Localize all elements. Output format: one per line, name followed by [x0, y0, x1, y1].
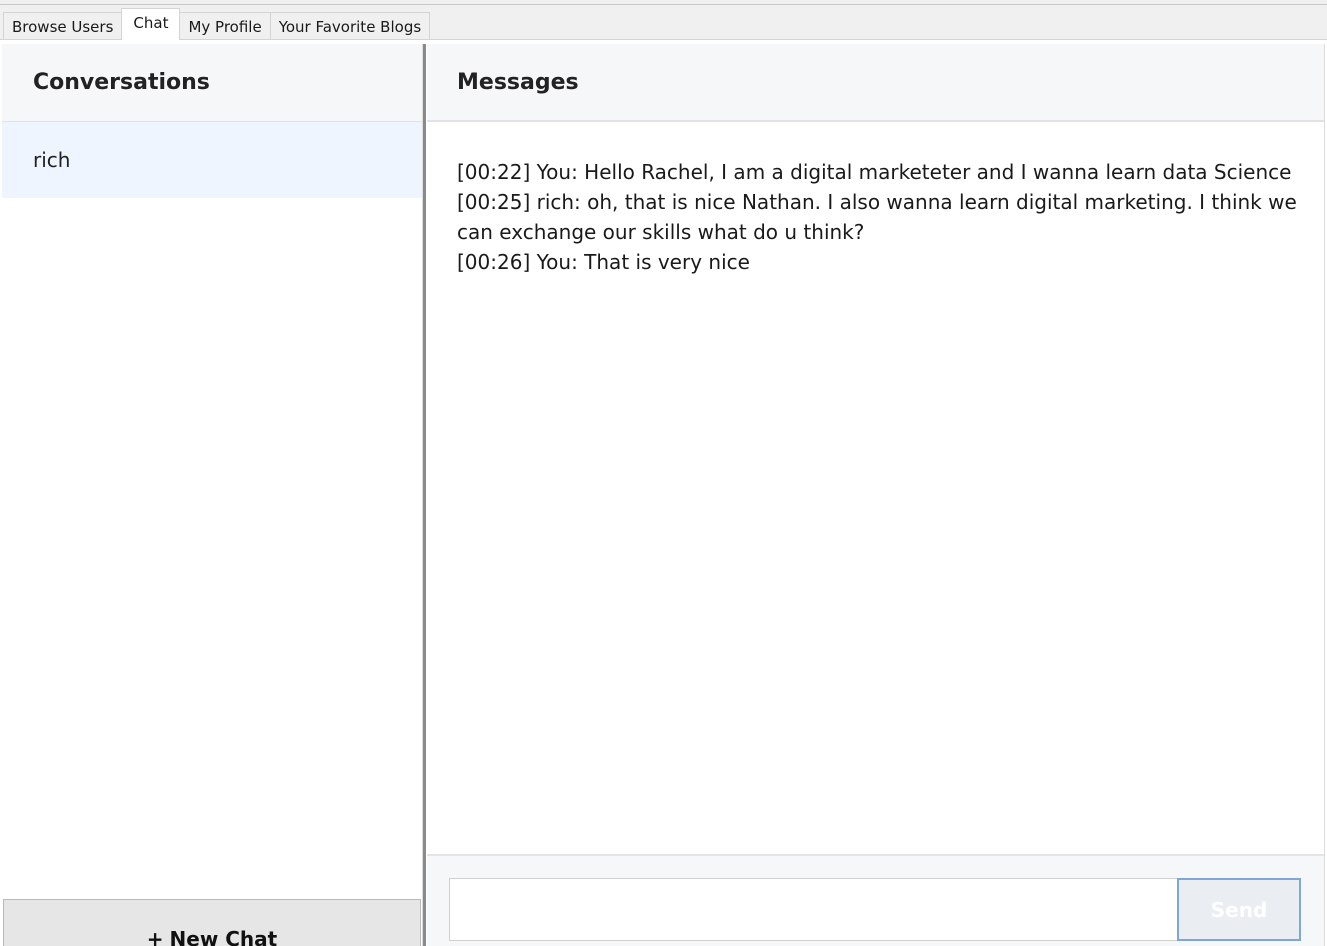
panel-splitter[interactable]: [423, 44, 426, 946]
plus-icon: +: [146, 927, 164, 946]
message-line: [00:22] You: Hello Rachel, I am a digita…: [457, 160, 1292, 184]
messages-title: Messages: [427, 44, 1324, 122]
chat-tab-content: Conversations rich + New Chat Messages […: [0, 39, 1327, 946]
tab-bar: Browse Users Chat My Profile Your Favori…: [3, 8, 431, 40]
message-line: [00:25] rich: oh, that is nice Nathan. I…: [457, 190, 1297, 244]
new-chat-label: New Chat: [169, 927, 278, 946]
conversations-title: Conversations: [2, 44, 422, 122]
app-window: Browse Users Chat My Profile Your Favori…: [0, 0, 1327, 946]
conversation-item-rich[interactable]: rich: [2, 122, 422, 198]
tab-my-profile[interactable]: My Profile: [179, 12, 271, 40]
tab-favorite-blogs[interactable]: Your Favorite Blogs: [269, 12, 431, 40]
messages-panel: Messages [00:22] You: Hello Rachel, I am…: [427, 44, 1325, 946]
message-input[interactable]: [449, 878, 1178, 941]
send-button[interactable]: Send: [1177, 878, 1301, 941]
message-list: [00:22] You: Hello Rachel, I am a digita…: [457, 157, 1297, 277]
conversations-panel: Conversations rich + New Chat: [2, 44, 423, 946]
new-chat-button[interactable]: + New Chat: [3, 899, 421, 946]
window-top-border: [0, 4, 1327, 5]
compose-area: Send: [427, 856, 1324, 946]
conversation-name: rich: [33, 148, 71, 172]
tab-chat[interactable]: Chat: [121, 8, 181, 40]
tab-browse-users[interactable]: Browse Users: [3, 12, 123, 40]
message-line: [00:26] You: That is very nice: [457, 250, 750, 274]
